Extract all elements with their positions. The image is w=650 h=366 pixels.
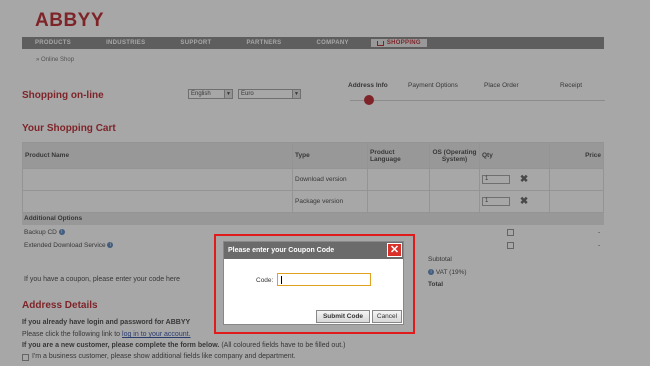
- text-caret: [281, 276, 282, 284]
- cancel-button[interactable]: Cancel: [372, 310, 402, 323]
- dialog-titlebar: Please enter your Coupon Code ✕: [224, 242, 403, 259]
- code-label: Code:: [256, 277, 274, 284]
- coupon-dialog: Please enter your Coupon Code ✕ Code: Su…: [223, 241, 404, 325]
- dialog-title: Please enter your Coupon Code: [228, 247, 335, 254]
- close-icon[interactable]: ✕: [387, 243, 402, 257]
- submit-code-button[interactable]: Submit Code: [316, 310, 370, 323]
- coupon-code-input[interactable]: [277, 273, 371, 286]
